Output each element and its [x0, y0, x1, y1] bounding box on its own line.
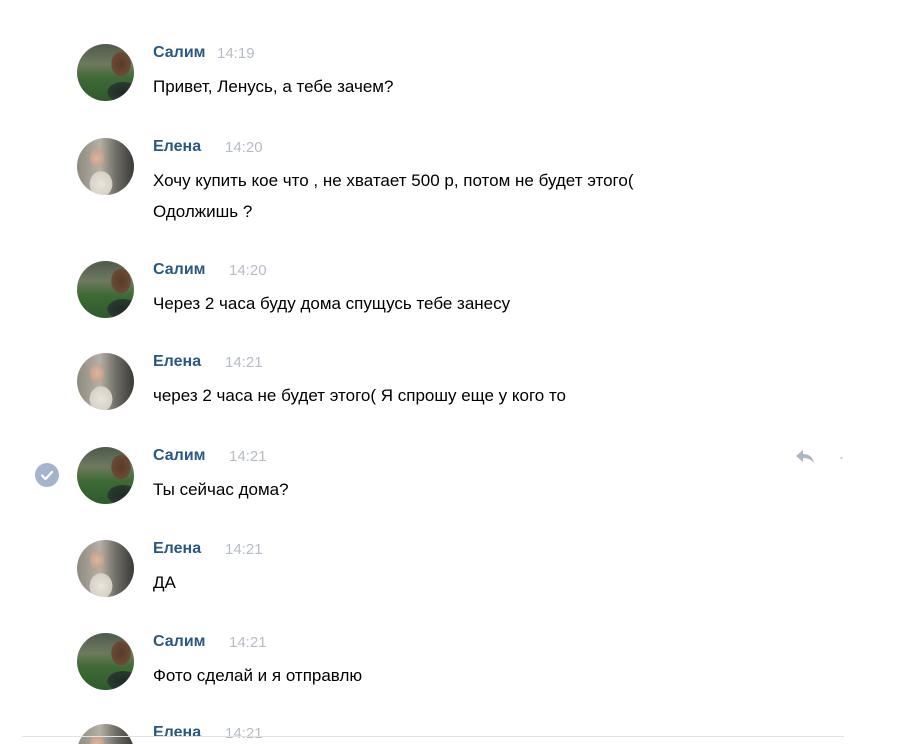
chat-history: Салим 14:19 Привет, Ленусь, а тебе зачем…: [0, 0, 916, 744]
avatar[interactable]: [77, 138, 134, 195]
message-time[interactable]: 14:21: [225, 541, 263, 558]
message-text: через 2 часа не будет этого( Я спрошу ещ…: [153, 386, 566, 405]
author-name[interactable]: Салим: [153, 633, 205, 651]
author-name[interactable]: Салим: [153, 261, 205, 279]
message-text: Хочу купить кое что , не хватает 500 р, …: [153, 171, 634, 221]
message-text: Ты сейчас дома?: [153, 480, 289, 499]
message-text: Через 2 часа буду дома спущусь тебе зане…: [153, 294, 511, 313]
message-time[interactable]: 14:19: [217, 45, 255, 62]
author-name[interactable]: Елена: [153, 540, 201, 558]
avatar[interactable]: [77, 353, 134, 410]
divider: [22, 736, 844, 737]
message-text: Фото сделай и я отправлю: [153, 666, 363, 685]
author-name[interactable]: Елена: [153, 353, 201, 371]
more-icon[interactable]: [840, 453, 843, 463]
avatar[interactable]: [77, 633, 134, 690]
author-name[interactable]: Салим: [153, 44, 205, 62]
message-time[interactable]: 14:21: [225, 725, 263, 742]
message-time[interactable]: 14:21: [225, 354, 263, 371]
avatar[interactable]: [77, 261, 134, 318]
message-text: Привет, Ленусь, а тебе зачем?: [153, 77, 394, 96]
avatar[interactable]: [77, 447, 134, 504]
avatar[interactable]: [77, 44, 134, 101]
message-text: ДА: [153, 573, 176, 592]
author-name[interactable]: Елена: [153, 724, 201, 742]
avatar[interactable]: [77, 724, 134, 744]
message-time[interactable]: 14:21: [229, 448, 267, 465]
author-name[interactable]: Елена: [153, 138, 201, 156]
checkmark-icon[interactable]: [35, 463, 59, 487]
reply-icon[interactable]: [794, 447, 816, 465]
author-name[interactable]: Салим: [153, 447, 205, 465]
avatar[interactable]: [77, 540, 134, 597]
message-time[interactable]: 14:21: [229, 634, 267, 651]
message-time[interactable]: 14:20: [229, 262, 267, 279]
message-time[interactable]: 14:20: [225, 139, 263, 156]
